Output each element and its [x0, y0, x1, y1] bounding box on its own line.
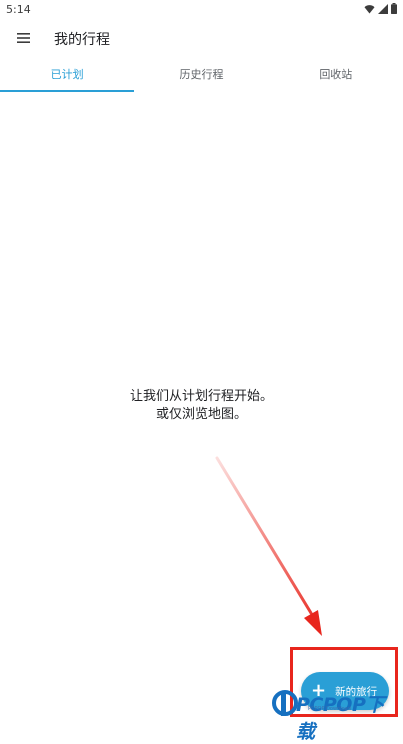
battery-icon: [391, 3, 397, 14]
tab-planned[interactable]: 已计划: [0, 60, 135, 92]
menu-icon[interactable]: [14, 28, 34, 48]
signal-icon: [378, 3, 388, 14]
watermark-text: PCPOP下载: [296, 694, 384, 743]
empty-state-line2: 或仅浏览地图。: [155, 407, 247, 422]
annotation-arrow: [215, 456, 322, 636]
app-bar: 我的行程: [0, 20, 403, 58]
page-title: 我的行程: [54, 32, 110, 48]
tab-history[interactable]: 历史行程: [134, 60, 268, 92]
watermark-subtext: PCPOP Download: [308, 706, 351, 712]
status-time: 5:14: [6, 3, 31, 16]
status-bar: 5:14: [0, 0, 403, 20]
tab-recycle-bin[interactable]: 回收站: [269, 60, 403, 92]
wifi-icon: [364, 4, 375, 14]
empty-state-line1: 让我们从计划行程开始。: [129, 389, 273, 404]
pcpop-logo-icon: [272, 690, 298, 716]
empty-state: 让我们从计划行程开始。 或仅浏览地图。: [0, 388, 403, 424]
watermark-logo: PCPOP下载: [272, 688, 402, 743]
tab-bar: 已计划 历史行程 回收站: [0, 60, 403, 92]
status-icons: [364, 3, 397, 14]
